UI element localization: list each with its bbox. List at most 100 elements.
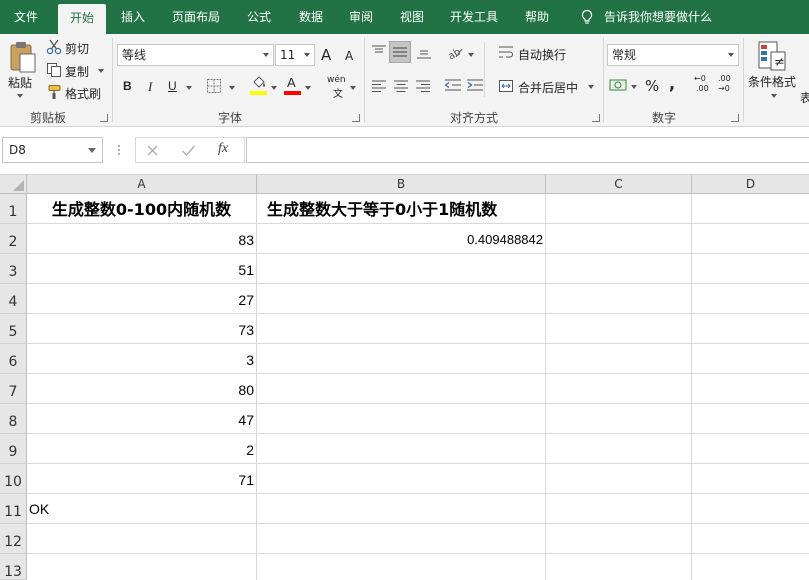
column-header-b[interactable]: B xyxy=(257,175,546,194)
row-header-5[interactable]: 5 xyxy=(0,314,27,344)
grow-font-button[interactable]: A xyxy=(321,46,331,64)
cell-a9[interactable]: 2 xyxy=(27,434,257,464)
cell-d4[interactable] xyxy=(692,284,809,314)
borders-dropdown-arrow[interactable] xyxy=(229,86,235,90)
cell-a10[interactable]: 71 xyxy=(27,464,257,494)
cell-c8[interactable] xyxy=(546,404,692,434)
cell-c3[interactable] xyxy=(546,254,692,284)
increase-decimal-top[interactable]: ←0 xyxy=(694,74,706,83)
cell-b6[interactable] xyxy=(257,344,546,374)
cell-b7[interactable] xyxy=(257,374,546,404)
cell-a12[interactable] xyxy=(27,524,257,554)
merge-center-button[interactable]: 合并后居中 xyxy=(518,79,578,96)
row-header-8[interactable]: 8 xyxy=(0,404,27,434)
row-header-6[interactable]: 6 xyxy=(0,344,27,374)
cell-a7[interactable]: 80 xyxy=(27,374,257,404)
number-format-select[interactable]: 常规 xyxy=(607,44,739,66)
cell-a3[interactable]: 51 xyxy=(27,254,257,284)
italic-button[interactable]: I xyxy=(148,79,152,95)
row-header-7[interactable]: 7 xyxy=(0,374,27,404)
align-bottom-icon[interactable] xyxy=(416,44,432,60)
cell-b10[interactable] xyxy=(257,464,546,494)
tab-home[interactable]: 开始 xyxy=(58,4,106,34)
row-header-1[interactable]: 1 xyxy=(0,194,27,224)
table-format-partial[interactable]: 表 xyxy=(800,89,809,106)
column-header-c[interactable]: C xyxy=(546,175,692,194)
cell-a8[interactable]: 47 xyxy=(27,404,257,434)
row-header-10[interactable]: 10 xyxy=(0,464,27,494)
tab-data[interactable]: 数据 xyxy=(290,0,332,34)
clipboard-launcher-icon[interactable] xyxy=(100,114,108,122)
column-header-a[interactable]: A xyxy=(27,175,257,194)
tab-view[interactable]: 视图 xyxy=(391,0,433,34)
cell-c6[interactable] xyxy=(546,344,692,374)
percent-style-button[interactable]: % xyxy=(645,77,659,95)
align-top-icon[interactable] xyxy=(371,44,387,58)
conditional-format-dropdown-arrow[interactable] xyxy=(771,94,777,98)
cell-b13[interactable] xyxy=(257,554,546,580)
orientation-dropdown-arrow[interactable] xyxy=(468,53,474,57)
row-header-2[interactable]: 2 xyxy=(0,224,27,254)
underline-button[interactable]: U xyxy=(168,79,177,93)
increase-decimal-bottom[interactable]: .00 xyxy=(696,84,709,93)
cell-d1[interactable] xyxy=(692,194,809,224)
font-name-select[interactable]: 等线 xyxy=(117,44,274,66)
cell-d8[interactable] xyxy=(692,404,809,434)
phonetic-dropdown-arrow[interactable] xyxy=(350,86,356,90)
tab-page-layout[interactable]: 页面布局 xyxy=(166,0,226,34)
cancel-icon[interactable] xyxy=(146,144,159,157)
wrap-text-button[interactable]: 自动换行 xyxy=(518,46,566,63)
number-launcher-icon[interactable] xyxy=(731,114,739,122)
cell-b8[interactable] xyxy=(257,404,546,434)
cell-b12[interactable] xyxy=(257,524,546,554)
decrease-decimal-top[interactable]: .00 xyxy=(718,74,731,83)
copy-dropdown-arrow[interactable] xyxy=(98,69,104,73)
cell-a13[interactable] xyxy=(27,554,257,580)
cut-button[interactable]: 剪切 xyxy=(65,40,89,57)
cell-c7[interactable] xyxy=(546,374,692,404)
row-header-3[interactable]: 3 xyxy=(0,254,27,284)
tab-review[interactable]: 审阅 xyxy=(340,0,382,34)
cell-c1[interactable] xyxy=(546,194,692,224)
cell-a2[interactable]: 83 xyxy=(27,224,257,254)
orientation-icon[interactable]: ab xyxy=(446,44,464,60)
cell-c13[interactable] xyxy=(546,554,692,580)
tab-formulas[interactable]: 公式 xyxy=(238,0,280,34)
fill-color-dropdown-arrow[interactable] xyxy=(271,86,277,90)
align-center-icon[interactable] xyxy=(393,80,409,92)
row-header-13[interactable]: 13 xyxy=(0,554,27,580)
align-left-icon[interactable] xyxy=(371,80,387,92)
select-all-corner[interactable] xyxy=(0,175,27,194)
cell-c5[interactable] xyxy=(546,314,692,344)
cell-c10[interactable] xyxy=(546,464,692,494)
cell-b9[interactable] xyxy=(257,434,546,464)
cell-d9[interactable] xyxy=(692,434,809,464)
row-header-12[interactable]: 12 xyxy=(0,524,27,554)
accounting-dropdown-arrow[interactable] xyxy=(631,85,637,89)
paste-dropdown-arrow[interactable] xyxy=(17,94,23,98)
align-right-icon[interactable] xyxy=(415,80,431,92)
name-box[interactable]: D8 xyxy=(2,137,103,163)
format-painter-button[interactable]: 格式刷 xyxy=(65,85,101,102)
cell-d3[interactable] xyxy=(692,254,809,284)
cell-b3[interactable] xyxy=(257,254,546,284)
cell-c9[interactable] xyxy=(546,434,692,464)
font-size-select[interactable]: 11 xyxy=(275,44,315,66)
cell-a4[interactable]: 27 xyxy=(27,284,257,314)
cell-a5[interactable]: 73 xyxy=(27,314,257,344)
cell-b11[interactable] xyxy=(257,494,546,524)
cell-c2[interactable] xyxy=(546,224,692,254)
cell-b4[interactable] xyxy=(257,284,546,314)
cell-c12[interactable] xyxy=(546,524,692,554)
cell-c4[interactable] xyxy=(546,284,692,314)
enter-check-icon[interactable] xyxy=(181,144,196,157)
cell-d11[interactable] xyxy=(692,494,809,524)
font-color-swatch[interactable] xyxy=(284,91,301,95)
tab-help[interactable]: 帮助 xyxy=(516,0,558,34)
row-header-4[interactable]: 4 xyxy=(0,284,27,314)
row-header-9[interactable]: 9 xyxy=(0,434,27,464)
insert-function-button[interactable]: fx xyxy=(218,141,228,157)
cell-b2[interactable]: 0.409488842 xyxy=(257,224,546,254)
tab-developer[interactable]: 开发工具 xyxy=(444,0,504,34)
decrease-indent-icon[interactable] xyxy=(444,78,462,92)
